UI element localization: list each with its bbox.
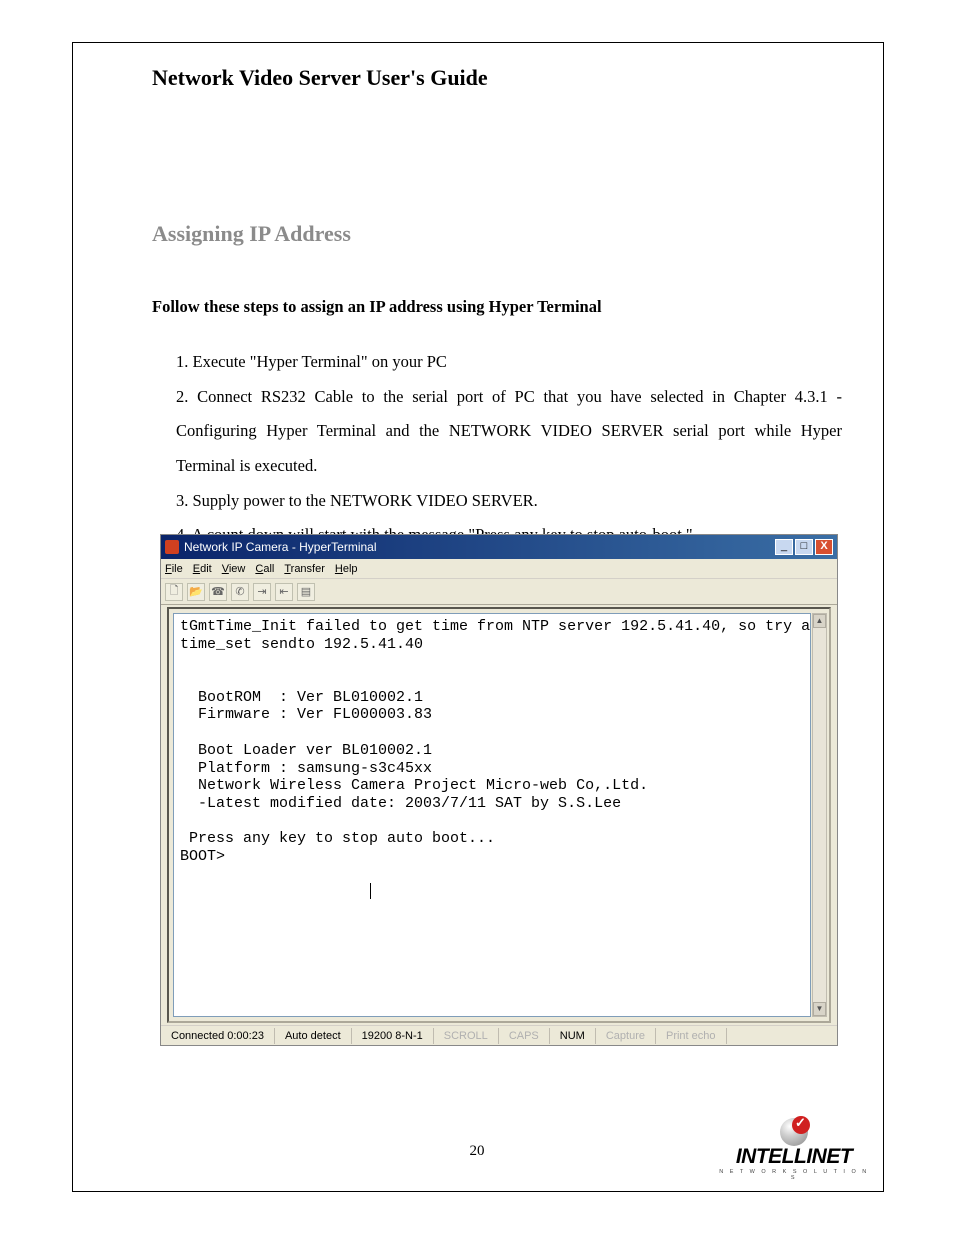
connect-icon[interactable]: ☎ [209,583,227,601]
titlebar: Network IP Camera - HyperTerminal _ □ X [161,535,837,559]
terminal-frame: tGmtTime_Init failed to get time from NT… [167,607,831,1023]
status-caps: CAPS [499,1028,550,1044]
status-detect: Auto detect [275,1028,352,1044]
status-connected: Connected 0:00:23 [161,1028,275,1044]
close-button[interactable]: X [815,539,833,555]
window-controls: _ □ X [775,539,833,555]
receive-icon[interactable]: ⇤ [275,583,293,601]
terminal-text: tGmtTime_Init failed to get time from NT… [180,618,811,865]
app-icon [165,540,179,554]
maximize-button[interactable]: □ [795,539,813,555]
send-icon[interactable]: ⇥ [253,583,271,601]
text-cursor [370,883,371,899]
status-port: 19200 8-N-1 [352,1028,434,1044]
scroll-up-icon[interactable]: ▲ [813,614,826,628]
menu-edit[interactable]: Edit [193,563,212,575]
scrollbar[interactable]: ▲ ▼ [812,613,827,1017]
toolbar: 🗋 📂 ☎ ✆ ⇥ ⇤ ▤ [161,579,837,605]
document-title: Network Video Server User's Guide [152,65,842,91]
step-2-text: 2. Connect RS232 Cable to the serial por… [176,387,842,475]
logo-tagline: N E T W O R K S O L U T I O N S [719,1169,869,1181]
minimize-button[interactable]: _ [775,539,793,555]
page-content: Network Video Server User's Guide Assign… [152,65,842,587]
menu-help[interactable]: Help [335,563,358,575]
menu-view[interactable]: View [222,563,246,575]
step-1: 1. Execute "Hyper Terminal" on your PC [176,345,842,380]
open-icon[interactable]: 📂 [187,583,205,601]
status-bar: Connected 0:00:23 Auto detect 19200 8-N-… [161,1025,837,1045]
status-scroll: SCROLL [434,1028,499,1044]
properties-icon[interactable]: ▤ [297,583,315,601]
logo-brand-text: INTELLINET [719,1148,869,1167]
instruction-heading: Follow these steps to assign an IP addre… [152,297,842,317]
step-3: 3. Supply power to the NETWORK VIDEO SER… [176,484,842,519]
status-capture: Capture [596,1028,656,1044]
new-icon[interactable]: 🗋 [165,583,183,601]
menubar: File Edit View Call Transfer Help [161,559,837,579]
menu-file[interactable]: File [165,563,183,575]
menu-call[interactable]: Call [255,563,274,575]
step-2: 2. Connect RS232 Cable to the serial por… [176,380,842,484]
menu-transfer[interactable]: Transfer [284,563,325,575]
window-title: Network IP Camera - HyperTerminal [184,540,775,554]
terminal-output[interactable]: tGmtTime_Init failed to get time from NT… [173,613,811,1017]
disconnect-icon[interactable]: ✆ [231,583,249,601]
scroll-down-icon[interactable]: ▼ [813,1002,826,1016]
status-printecho: Print echo [656,1028,727,1044]
status-num: NUM [550,1028,596,1044]
hyperterminal-window: Network IP Camera - HyperTerminal _ □ X … [160,534,838,1046]
brand-logo: INTELLINET N E T W O R K S O L U T I O N… [719,1118,869,1181]
logo-mark-icon [780,1118,808,1146]
section-heading: Assigning IP Address [152,221,842,247]
